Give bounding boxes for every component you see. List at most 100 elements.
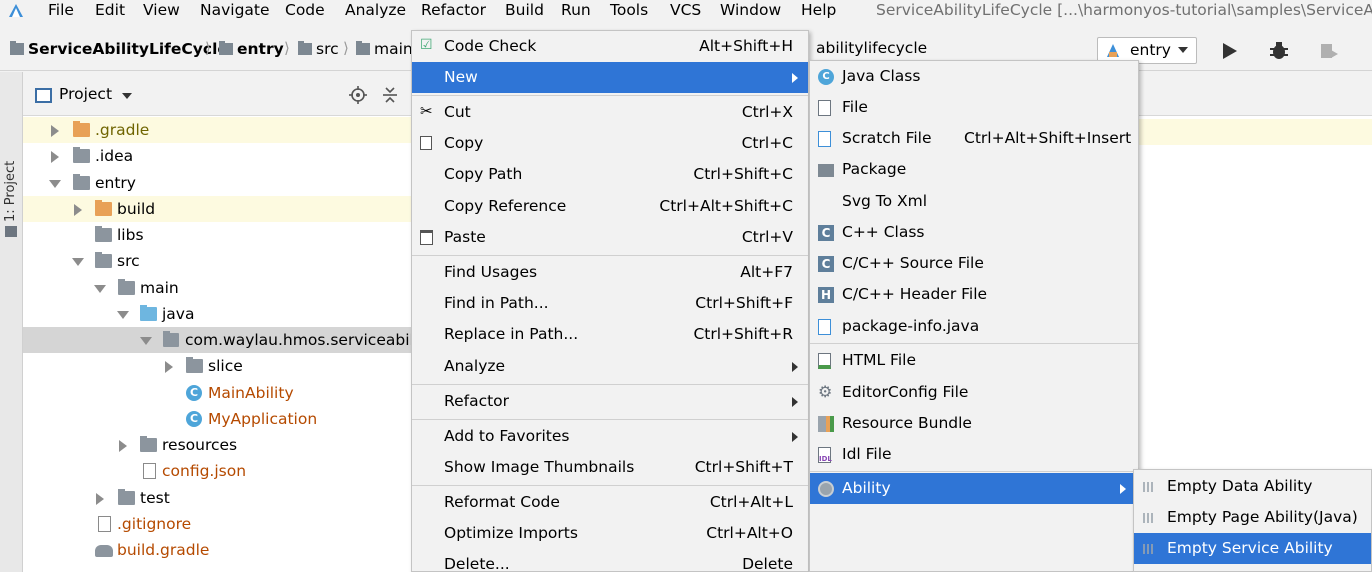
tree-item-test[interactable]: test bbox=[23, 485, 413, 511]
menu-item-show-image-thumbnails[interactable]: Show Image Thumbnails Ctrl+Shift+T bbox=[412, 452, 808, 483]
menu-item-reformat-code[interactable]: Reformat Code Ctrl+Alt+L bbox=[412, 487, 808, 518]
menu-tools[interactable]: Tools bbox=[610, 0, 648, 22]
menu-item-find-usages[interactable]: Find Usages Alt+F7 bbox=[412, 257, 808, 288]
collapse-arrow-icon[interactable] bbox=[140, 327, 152, 353]
collapse-all-icon[interactable] bbox=[381, 86, 399, 104]
folder-icon bbox=[73, 147, 90, 163]
menu-item-analyze[interactable]: Analyze bbox=[412, 351, 808, 382]
expand-arrow-icon[interactable] bbox=[117, 432, 129, 458]
menu-item-optimize-imports[interactable]: Optimize Imports Ctrl+Alt+O bbox=[412, 518, 808, 549]
menu-code[interactable]: Code bbox=[285, 0, 325, 22]
menu-item-copy-path[interactable]: Copy Path Ctrl+Shift+C bbox=[412, 159, 808, 190]
menu-item-empty-page-ability[interactable]: Empty Page Ability(Java) bbox=[1134, 502, 1371, 533]
menu-item-scratch-file[interactable]: Scratch File Ctrl+Alt+Shift+Insert bbox=[810, 123, 1138, 154]
menu-item-label: Show Image Thumbnails bbox=[444, 458, 635, 476]
menu-item-editorconfig-file[interactable]: ⚙ EditorConfig File bbox=[810, 377, 1138, 408]
collapse-arrow-icon[interactable] bbox=[117, 301, 129, 327]
menu-item-package[interactable]: Package bbox=[810, 154, 1138, 185]
menu-item-copy-reference[interactable]: Copy Reference Ctrl+Alt+Shift+C bbox=[412, 191, 808, 222]
tree-item-libs[interactable]: libs bbox=[23, 222, 413, 248]
tree-item-src[interactable]: src bbox=[23, 248, 413, 274]
run-icon[interactable] bbox=[1218, 40, 1240, 62]
expand-arrow-icon[interactable] bbox=[49, 143, 61, 169]
menu-item-c-source-file[interactable]: C C/C++ Source File bbox=[810, 248, 1138, 279]
menu-item-html-file[interactable]: HTML File bbox=[810, 345, 1138, 376]
tree-item-java[interactable]: java bbox=[23, 301, 413, 327]
breadcrumb-project[interactable]: ServiceAbilityLifeCycle bbox=[10, 39, 228, 61]
menu-item-code-check[interactable]: ☑ Code Check Alt+Shift+H bbox=[412, 31, 808, 62]
chevron-down-icon[interactable] bbox=[122, 93, 132, 99]
menu-item-empty-service-ability[interactable]: Empty Service Ability bbox=[1134, 533, 1371, 564]
expand-arrow-icon[interactable] bbox=[72, 196, 84, 222]
expand-arrow-icon[interactable] bbox=[94, 485, 106, 511]
html-file-icon bbox=[818, 353, 831, 369]
menu-item-label: Package bbox=[842, 160, 907, 178]
menu-item-delete[interactable]: Delete... Delete bbox=[412, 549, 808, 572]
tree-item-idea[interactable]: .idea bbox=[23, 143, 413, 169]
menu-item-c-header-file[interactable]: H C/C++ Header File bbox=[810, 279, 1138, 310]
debug-icon[interactable] bbox=[1268, 40, 1290, 62]
menu-item-empty-data-ability[interactable]: Empty Data Ability bbox=[1134, 471, 1371, 502]
menu-item-java-class[interactable]: C Java Class bbox=[810, 61, 1138, 92]
menu-file[interactable]: File bbox=[48, 0, 74, 22]
expand-arrow-icon[interactable] bbox=[49, 117, 61, 143]
menu-item-replace-in-path[interactable]: Replace in Path... Ctrl+Shift+R bbox=[412, 319, 808, 350]
tree-item-gitignore[interactable]: .gitignore bbox=[23, 511, 413, 537]
menu-item-ability[interactable]: Ability bbox=[810, 473, 1138, 504]
tree-item-label: .gradle bbox=[95, 121, 150, 139]
menu-help[interactable]: Help bbox=[801, 0, 836, 22]
menu-vcs[interactable]: VCS bbox=[670, 0, 701, 22]
tree-item-build[interactable]: build bbox=[23, 196, 413, 222]
tree-item-build-gradle[interactable]: build.gradle bbox=[23, 537, 413, 563]
expand-arrow-icon[interactable] bbox=[163, 353, 175, 379]
menu-item-new[interactable]: New bbox=[412, 62, 808, 93]
tree-item-resources[interactable]: resources bbox=[23, 432, 413, 458]
attach-debugger-icon[interactable] bbox=[1318, 40, 1340, 62]
menu-item-label: Paste bbox=[444, 228, 486, 246]
locate-icon[interactable] bbox=[349, 86, 367, 104]
menu-item-package-info[interactable]: package-info.java bbox=[810, 311, 1138, 342]
breadcrumb-entry[interactable]: entry bbox=[219, 39, 284, 61]
breadcrumb-src[interactable]: src bbox=[298, 39, 339, 61]
menu-edit[interactable]: Edit bbox=[95, 0, 125, 22]
menu-item-cpp-class[interactable]: C C++ Class bbox=[810, 217, 1138, 248]
folder-icon bbox=[298, 41, 312, 55]
menu-item-label: package-info.java bbox=[842, 317, 980, 335]
menu-item-label: Delete... bbox=[444, 555, 510, 572]
menu-item-svg-to-xml[interactable]: Svg To Xml bbox=[810, 186, 1138, 217]
breadcrumb-package[interactable]: abilitylifecycle bbox=[816, 39, 927, 57]
tree-item-entry[interactable]: entry bbox=[23, 170, 413, 196]
menu-build[interactable]: Build bbox=[505, 0, 544, 22]
menu-view[interactable]: View bbox=[143, 0, 180, 22]
breadcrumb-main[interactable]: main bbox=[356, 39, 413, 61]
menu-item-add-to-favorites[interactable]: Add to Favorites bbox=[412, 421, 808, 452]
menu-item-copy[interactable]: Copy Ctrl+C bbox=[412, 128, 808, 159]
menu-item-label: Resource Bundle bbox=[842, 414, 972, 432]
tree-item-package[interactable]: com.waylau.hmos.serviceability bbox=[23, 327, 433, 353]
project-view-selector[interactable]: Project bbox=[59, 85, 112, 103]
tree-item-myapplication[interactable]: C MyApplication bbox=[23, 406, 413, 432]
menu-item-refactor[interactable]: Refactor bbox=[412, 386, 808, 417]
collapse-arrow-icon[interactable] bbox=[94, 275, 106, 301]
folder-icon bbox=[95, 200, 112, 216]
menu-item-cut[interactable]: ✂ Cut Ctrl+X bbox=[412, 97, 808, 128]
menu-refactor[interactable]: Refactor bbox=[421, 0, 486, 22]
menu-item-file[interactable]: File bbox=[810, 92, 1138, 123]
menu-item-paste[interactable]: Paste Ctrl+V bbox=[412, 222, 808, 253]
tree-item-slice[interactable]: slice bbox=[23, 353, 413, 379]
menu-navigate[interactable]: Navigate bbox=[200, 0, 270, 22]
tree-item-gradle[interactable]: .gradle bbox=[23, 117, 413, 143]
menu-window[interactable]: Window bbox=[720, 0, 781, 22]
menu-item-idl-file[interactable]: IDL Idl File bbox=[810, 439, 1138, 470]
menu-item-find-in-path[interactable]: Find in Path... Ctrl+Shift+F bbox=[412, 288, 808, 319]
tree-item-config-json[interactable]: config.json bbox=[23, 458, 413, 484]
tree-item-main[interactable]: main bbox=[23, 275, 413, 301]
menu-item-resource-bundle[interactable]: Resource Bundle bbox=[810, 408, 1138, 439]
collapse-arrow-icon[interactable] bbox=[49, 170, 61, 196]
menu-run[interactable]: Run bbox=[561, 0, 591, 22]
menu-analyze[interactable]: Analyze bbox=[345, 0, 406, 22]
menu-item-label: Copy bbox=[444, 134, 484, 152]
tree-item-mainability[interactable]: C MainAbility bbox=[23, 380, 413, 406]
project-tool-button[interactable]: 1: Project bbox=[3, 161, 18, 222]
collapse-arrow-icon[interactable] bbox=[72, 248, 84, 274]
